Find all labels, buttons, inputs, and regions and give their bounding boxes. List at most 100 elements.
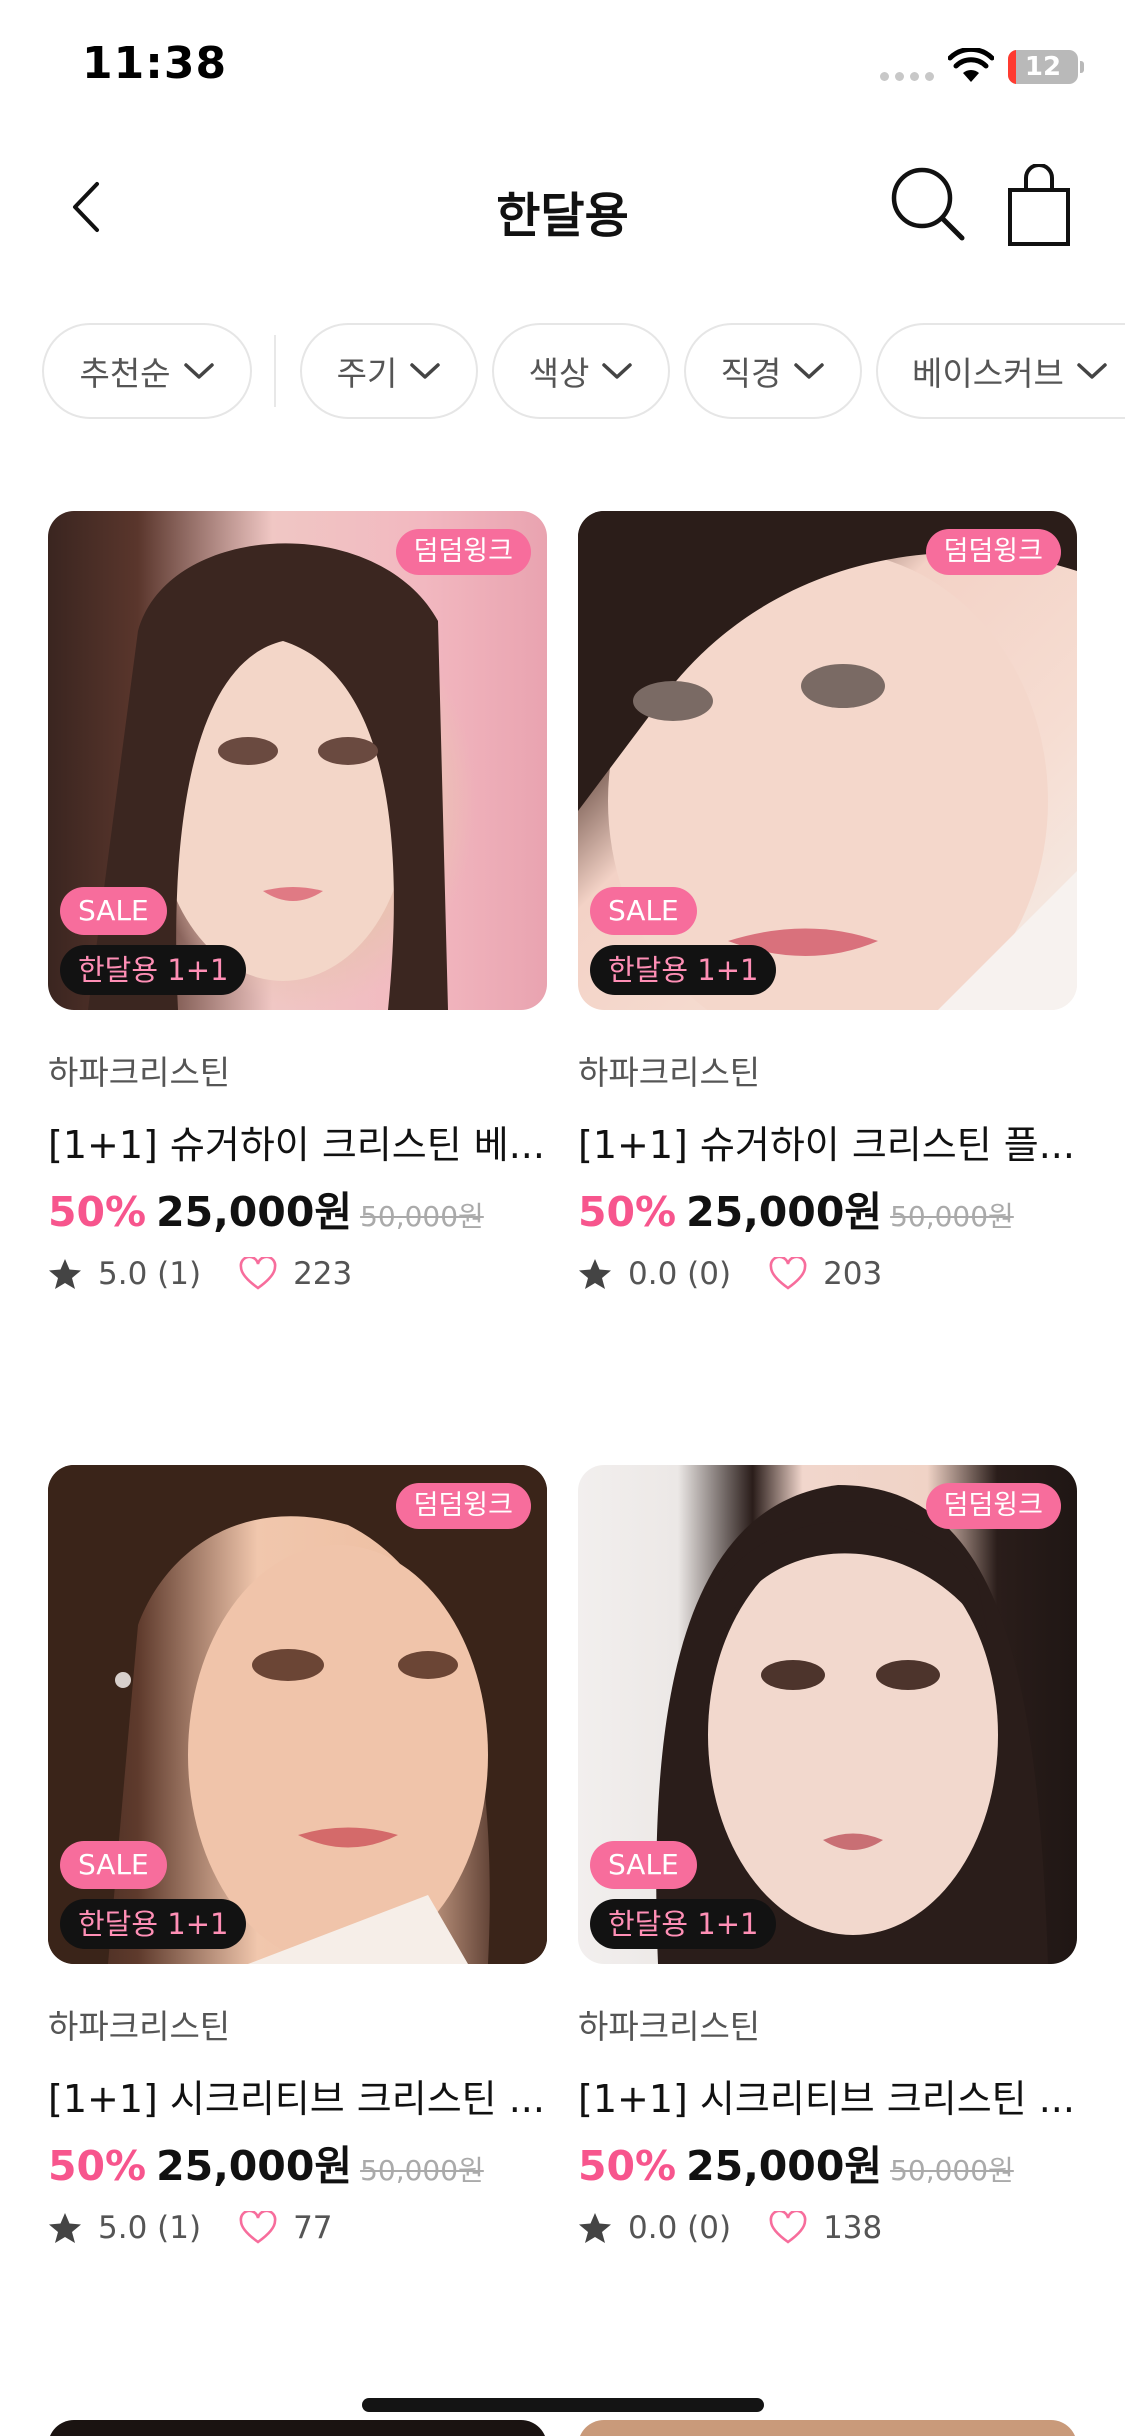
product-title[interactable]: [1+1] 슈거하이 크리스틴 플... — [578, 1114, 1077, 1164]
product-image-partial[interactable] — [578, 2420, 1077, 2436]
face-illustration — [88, 543, 448, 1010]
cart-button[interactable] — [1004, 163, 1074, 248]
rating-text: 5.0 (1) — [98, 2210, 202, 2246]
promo-badge: 한달용 1+1 — [60, 1899, 247, 1949]
cycle-filter-chip[interactable]: 주기 — [300, 323, 478, 419]
original-price: 50,000원 — [360, 1200, 484, 1233]
promo-badge: 한달용 1+1 — [590, 1899, 777, 1949]
like-count: 77 — [293, 2210, 333, 2246]
original-price: 50,000원 — [890, 1200, 1014, 1233]
chevron-down-icon — [602, 363, 633, 379]
battery-cap — [1080, 61, 1084, 73]
chip-label: 색상 — [528, 354, 590, 393]
sale-price: 25,000원 — [686, 1188, 883, 1236]
sale-price: 25,000원 — [156, 1188, 353, 1236]
heart-icon[interactable] — [239, 1257, 277, 1291]
heart-icon[interactable] — [769, 2211, 807, 2245]
chevron-down-icon — [1077, 363, 1107, 379]
brand-badge: 덤덤윙크 — [395, 529, 531, 575]
promo-badge: 한달용 1+1 — [60, 945, 247, 995]
heart-icon[interactable] — [769, 1257, 807, 1291]
discount-rate: 50% — [48, 1188, 147, 1236]
home-indicator[interactable] — [362, 2398, 764, 2412]
rating-row: 0.0 (0) 138 — [578, 2208, 1077, 2248]
wifi-icon — [948, 48, 994, 82]
rating-text: 0.0 (0) — [628, 1256, 732, 1292]
face-illustration — [578, 511, 1077, 1010]
brand-badge: 덤덤윙크 — [925, 529, 1061, 575]
sale-price: 25,000원 — [686, 2142, 883, 2190]
product-title[interactable]: [1+1] 슈거하이 크리스틴 베... — [48, 1114, 547, 1164]
product-card[interactable]: 덤덤윙크 SALE 한달용 1+1 하파크리스틴 [1+1] 슈거하이 크리스틴… — [48, 511, 547, 1294]
like-count: 138 — [823, 2210, 883, 2246]
product-title[interactable]: [1+1] 시크리티브 크리스틴 ... — [578, 2068, 1077, 2118]
discount-rate: 50% — [578, 1188, 677, 1236]
cellular-signal-icon — [880, 72, 934, 84]
like-count: 223 — [293, 1256, 353, 1292]
sale-badge: SALE — [60, 1841, 167, 1889]
discount-rate: 50% — [578, 2142, 677, 2190]
chevron-down-icon — [410, 363, 441, 379]
search-button[interactable] — [888, 164, 968, 244]
chevron-down-icon — [794, 363, 825, 379]
price-row: 50% 25,000원 50,000원 — [48, 2132, 547, 2190]
sort-chip[interactable]: 추천순 — [42, 323, 252, 419]
basecurve-filter-chip[interactable]: 베이스커브 — [876, 323, 1125, 419]
filter-bar: 추천순 주기 색상 직경 베이스커브 — [0, 323, 1125, 419]
chip-label: 추천순 — [79, 354, 171, 393]
product-image[interactable]: 덤덤윙크 SALE 한달용 1+1 — [578, 511, 1077, 1010]
product-brand: 하파크리스틴 — [48, 1053, 231, 1092]
face-illustration — [656, 1485, 1048, 1964]
search-icon — [891, 167, 965, 241]
sale-price: 25,000원 — [156, 2142, 353, 2190]
status-time: 11:38 — [82, 38, 228, 89]
star-icon — [579, 2213, 611, 2243]
header: 한달용 — [0, 150, 1125, 260]
chip-label: 베이스커브 — [912, 354, 1064, 393]
rating-text: 0.0 (0) — [628, 2210, 732, 2246]
product-image[interactable]: 덤덤윙크 SALE 한달용 1+1 — [578, 1465, 1077, 1964]
brand-badge: 덤덤윙크 — [925, 1483, 1061, 1529]
product-brand: 하파크리스틴 — [48, 2007, 231, 2046]
brand-badge: 덤덤윙크 — [395, 1483, 531, 1529]
price-row: 50% 25,000원 50,000원 — [578, 2132, 1077, 2190]
original-price: 50,000원 — [360, 2154, 484, 2187]
product-image-partial[interactable] — [48, 2420, 547, 2436]
price-row: 50% 25,000원 50,000원 — [48, 1178, 547, 1236]
shopping-bag-icon — [1008, 163, 1070, 246]
rating-row: 5.0 (1) 223 — [48, 1254, 547, 1294]
like-count: 203 — [823, 1256, 883, 1292]
rating-text: 5.0 (1) — [98, 1256, 202, 1292]
product-brand: 하파크리스틴 — [578, 2007, 761, 2046]
product-card[interactable]: 덤덤윙크 SALE 한달용 1+1 하파크리스틴 [1+1] 시크리티브 크리스… — [48, 1465, 547, 2248]
color-filter-chip[interactable]: 색상 — [492, 323, 670, 419]
diameter-filter-chip[interactable]: 직경 — [684, 323, 862, 419]
rating-row: 0.0 (0) 203 — [578, 1254, 1077, 1294]
face-illustration — [48, 1465, 547, 1964]
product-image[interactable]: 덤덤윙크 SALE 한달용 1+1 — [48, 1465, 547, 1964]
chip-label: 직경 — [720, 354, 782, 393]
chevron-down-icon — [183, 363, 214, 379]
star-icon — [579, 1259, 611, 1289]
star-icon — [49, 1259, 81, 1289]
product-card[interactable]: 덤덤윙크 SALE 한달용 1+1 하파크리스틴 [1+1] 시크리티브 크리스… — [578, 1465, 1077, 2248]
product-image[interactable]: 덤덤윙크 SALE 한달용 1+1 — [48, 511, 547, 1010]
sale-badge: SALE — [60, 887, 167, 935]
product-brand: 하파크리스틴 — [578, 1053, 761, 1092]
sale-badge: SALE — [590, 887, 697, 935]
sale-badge: SALE — [590, 1841, 697, 1889]
promo-badge: 한달용 1+1 — [590, 945, 777, 995]
original-price: 50,000원 — [890, 2154, 1014, 2187]
price-row: 50% 25,000원 50,000원 — [578, 1178, 1077, 1236]
product-card[interactable]: 덤덤윙크 SALE 한달용 1+1 하파크리스틴 [1+1] 슈거하이 크리스틴… — [578, 511, 1077, 1294]
product-title[interactable]: [1+1] 시크리티브 크리스틴 ... — [48, 2068, 547, 2118]
chip-divider — [274, 335, 276, 407]
star-icon — [49, 2213, 81, 2243]
heart-icon[interactable] — [239, 2211, 277, 2245]
discount-rate: 50% — [48, 2142, 147, 2190]
rating-row: 5.0 (1) 77 — [48, 2208, 547, 2248]
battery-icon: 12 — [1008, 50, 1078, 84]
status-bar: 11:38 12 — [0, 0, 1125, 130]
chip-label: 주기 — [336, 354, 398, 393]
battery-level: 12 — [1024, 52, 1062, 82]
